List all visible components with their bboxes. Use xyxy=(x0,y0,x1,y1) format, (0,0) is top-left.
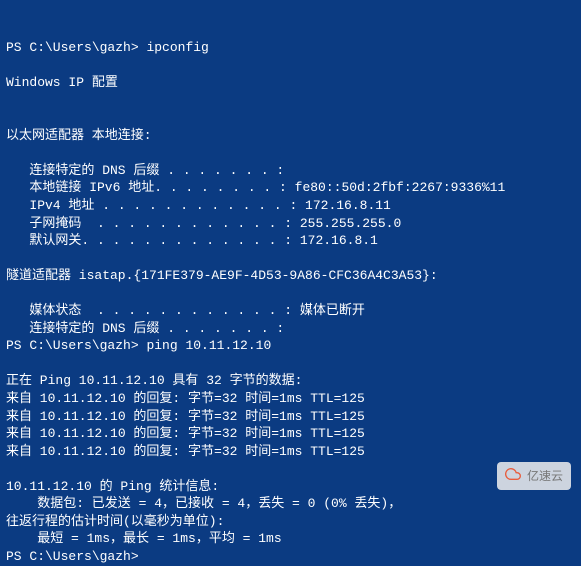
roundtrip-header: 往返行程的估计时间(以毫秒为单位): xyxy=(6,514,224,529)
ping-stats-packets: 数据包: 已发送 = 4，已接收 = 4，丢失 = 0 (0% 丢失)， xyxy=(6,496,401,511)
ping-reply-line: 来自 10.11.12.10 的回复: 字节=32 时间=1ms TTL=125 xyxy=(6,426,365,441)
ethernet-adapter-header: 以太网适配器 本地连接: xyxy=(6,128,152,143)
ipconfig-header: Windows IP 配置 xyxy=(6,75,118,90)
command-ping: ping 10.11.12.10 xyxy=(146,338,271,353)
cloud-icon xyxy=(505,466,521,486)
link-local-ipv6-value: fe80::50d:2fbf:2267:9336%11 xyxy=(295,180,506,195)
media-state-value: 媒体已断开 xyxy=(300,303,365,318)
prompt-3: PS C:\Users\gazh> xyxy=(6,549,139,564)
default-gateway-label: 默认网关. . . . . . . . . . . . . : xyxy=(6,233,300,248)
tunnel-dns-suffix-line: 连接特定的 DNS 后缀 . . . . . . . : xyxy=(6,321,284,336)
ping-reply-line: 来自 10.11.12.10 的回复: 字节=32 时间=1ms TTL=125 xyxy=(6,409,365,424)
prompt-2: PS C:\Users\gazh> xyxy=(6,338,139,353)
media-state-label: 媒体状态 . . . . . . . . . . . . : xyxy=(6,303,300,318)
ping-reply-line: 来自 10.11.12.10 的回复: 字节=32 时间=1ms TTL=125 xyxy=(6,444,365,459)
terminal-output: PS C:\Users\gazh> ipconfig Windows IP 配置… xyxy=(6,40,505,564)
ipv4-address-value: 172.16.8.11 xyxy=(305,198,391,213)
subnet-mask-label: 子网掩码 . . . . . . . . . . . . : xyxy=(6,216,300,231)
ping-header: 正在 Ping 10.11.12.10 具有 32 字节的数据: xyxy=(6,373,302,388)
ipv4-address-label: IPv4 地址 . . . . . . . . . . . . : xyxy=(6,198,305,213)
command-ipconfig: ipconfig xyxy=(146,40,208,55)
subnet-mask-value: 255.255.255.0 xyxy=(300,216,401,231)
ping-reply-line: 来自 10.11.12.10 的回复: 字节=32 时间=1ms TTL=125 xyxy=(6,391,365,406)
default-gateway-value: 172.16.8.1 xyxy=(300,233,378,248)
tunnel-adapter-header: 隧道适配器 isatap.{171FE379-AE9F-4D53-9A86-CF… xyxy=(6,268,438,283)
ping-stats-header: 10.11.12.10 的 Ping 统计信息: xyxy=(6,479,219,494)
link-local-ipv6-label: 本地链接 IPv6 地址. . . . . . . . : xyxy=(6,180,295,195)
roundtrip-values: 最短 = 1ms，最长 = 1ms，平均 = 1ms xyxy=(6,531,282,546)
dns-suffix-line: 连接特定的 DNS 后缀 . . . . . . . : xyxy=(6,163,284,178)
watermark-text: 亿速云 xyxy=(527,468,563,484)
watermark: 亿速云 xyxy=(497,462,571,490)
prompt-1: PS C:\Users\gazh> xyxy=(6,40,139,55)
